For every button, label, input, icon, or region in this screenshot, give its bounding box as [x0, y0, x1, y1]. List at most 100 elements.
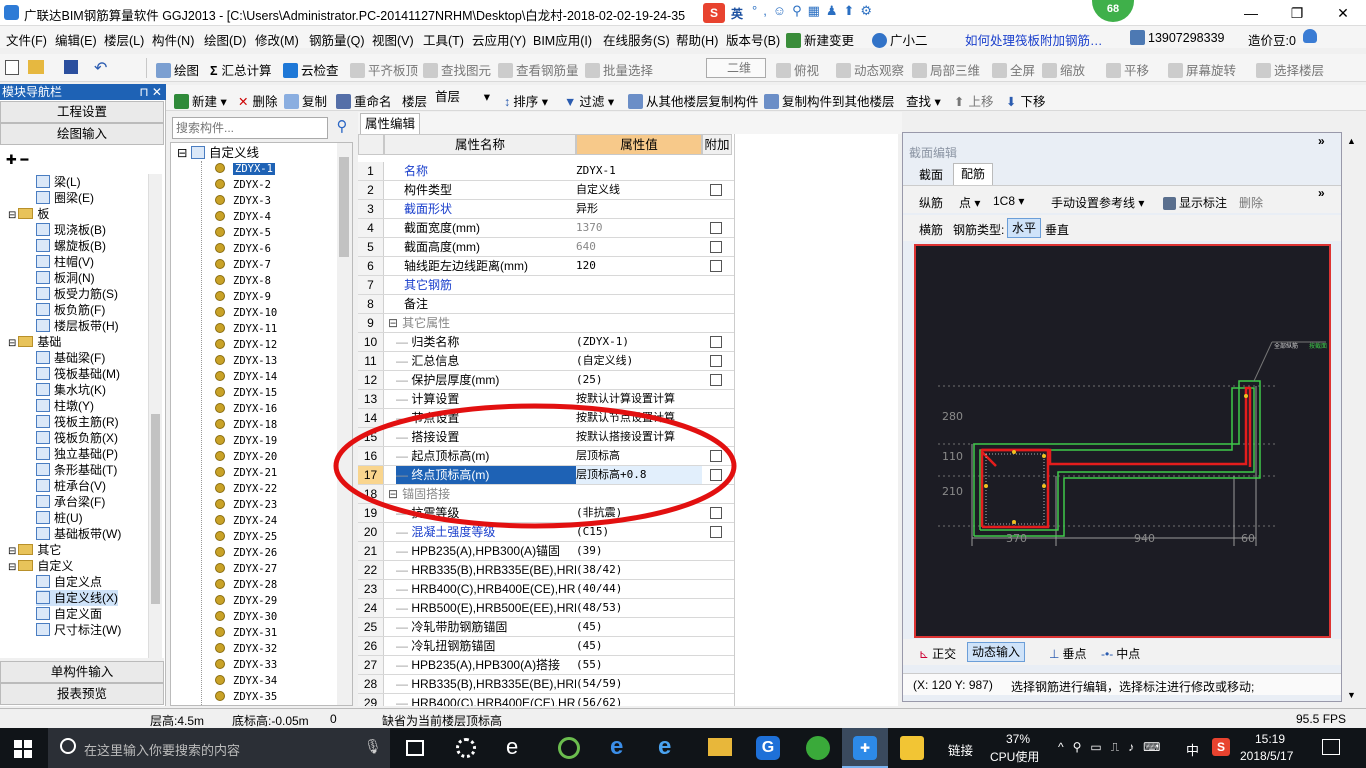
property-row[interactable]: 25 — 冷轧带肋钢筋锚固 (45) [358, 618, 734, 637]
floor-select[interactable]: 首层 ▾ [432, 88, 492, 108]
menu-online[interactable]: 在线服务(S) [603, 30, 670, 49]
copy-from-floor-button[interactable]: 从其他楼层复制构件 [628, 91, 759, 110]
nav-tree-item[interactable]: 承台梁(F) [36, 494, 105, 510]
nav-tree-item[interactable]: 桩承台(V) [36, 478, 106, 494]
property-row[interactable]: 23 — HRB400(C),HRB400E(CE),HRBF (40/44) [358, 580, 734, 599]
ortho-button[interactable]: ⊾ 正交 [919, 645, 956, 662]
green-app-icon[interactable] [806, 736, 830, 760]
component-item[interactable]: ZDYX-11 [215, 321, 277, 337]
extra-checkbox[interactable] [710, 355, 722, 367]
show-annotation-button[interactable]: 显示标注 [1163, 194, 1227, 211]
ie-icon-2[interactable]: e [658, 733, 671, 761]
component-item[interactable]: ZDYX-21 [215, 465, 277, 481]
component-item[interactable]: ZDYX-19 [215, 433, 277, 449]
new-change-button[interactable]: 新建变更 [786, 30, 854, 49]
nav-tree-item[interactable]: 板受力筋(S) [36, 286, 118, 302]
rename-button[interactable]: 重命名 [336, 91, 392, 110]
nav-tree-item[interactable]: ⊟ 板 [8, 206, 49, 222]
component-item[interactable]: ZDYX-35 [215, 689, 277, 705]
component-item[interactable]: ZDYX-25 [215, 529, 277, 545]
top-view-button[interactable]: 俯视 [776, 60, 819, 79]
property-row[interactable]: 7 其它钢筋 [358, 276, 734, 295]
taskbar-search-box[interactable]: 在这里输入你要搜索的内容 🎙 [48, 728, 390, 768]
nav-tree-item[interactable]: 基础梁(F) [36, 350, 105, 366]
menu-bim[interactable]: BIM应用(I) [533, 30, 592, 49]
active-app-slot[interactable]: ✚ [842, 728, 888, 768]
notes-app-icon[interactable] [900, 736, 924, 760]
property-value[interactable]: 120 [576, 257, 702, 275]
batch-select-button[interactable]: 批量选择 [585, 60, 653, 79]
property-row[interactable]: 1 名称 ZDYX-1 [358, 162, 734, 181]
menu-floor[interactable]: 楼层(L) [104, 30, 144, 49]
ime-indicator[interactable]: 中 [1186, 740, 1199, 759]
flush-slab-button[interactable]: 平齐板顶 [350, 60, 418, 79]
component-item[interactable]: ZDYX-29 [215, 593, 277, 609]
property-value[interactable]: (48/53) [576, 599, 702, 617]
property-value[interactable]: (40/44) [576, 580, 702, 598]
expand-collapse-icons[interactable]: ✚ ━ [6, 152, 28, 168]
taskbar-link[interactable]: 链接 [948, 740, 973, 759]
rebar-spec-select[interactable]: 1C8 ▾ [991, 192, 1039, 210]
property-row[interactable]: 27 — HPB235(A),HPB300(A)搭接 (55) [358, 656, 734, 675]
property-value[interactable]: (45) [576, 618, 702, 636]
notification-icon[interactable] [1322, 739, 1340, 755]
guang-xiao-er-button[interactable]: 广小二 [872, 30, 928, 49]
undo-icon[interactable]: ↶ [94, 58, 107, 78]
component-item[interactable]: ZDYX-34 [215, 673, 277, 689]
glodon-g-icon[interactable]: G [756, 736, 780, 760]
property-row[interactable]: 6 轴线距左边线距离(mm) 120 [358, 257, 734, 276]
component-item[interactable]: ZDYX-3 [215, 193, 271, 209]
extra-checkbox[interactable] [710, 260, 722, 272]
nav-tree-item[interactable]: 柱墩(Y) [36, 398, 94, 414]
menu-cloud[interactable]: 云应用(Y) [472, 30, 526, 49]
component-item[interactable]: ZDYX-4 [215, 209, 271, 225]
menu-view[interactable]: 视图(V) [372, 30, 414, 49]
property-row[interactable]: 21 — HPB235(A),HPB300(A)锚固 (39) [358, 542, 734, 561]
extra-checkbox[interactable] [710, 469, 722, 481]
project-settings-button[interactable]: 工程设置 [0, 101, 164, 123]
search-icon[interactable]: ⚲ [331, 117, 353, 139]
property-row[interactable]: 5 截面高度(mm) 640 [358, 238, 734, 257]
property-row[interactable]: 8 备注 [358, 295, 734, 314]
nav-tree-item[interactable]: 圈梁(E) [36, 190, 94, 206]
property-row[interactable]: 10 — 归类名称 (ZDYX-1) [358, 333, 734, 352]
tray-icons[interactable]: ^⚲▭⎍♪⌨ [1058, 740, 1169, 755]
property-value[interactable]: (非抗震) [576, 504, 702, 522]
edge-icon[interactable]: e [610, 733, 623, 761]
point-mode-select[interactable]: 点 ▾ [959, 194, 980, 211]
component-item[interactable]: ZDYX-8 [215, 273, 271, 289]
extra-checkbox[interactable] [710, 507, 722, 519]
new-file-icon[interactable] [5, 60, 19, 75]
component-item[interactable]: ZDYX-7 [215, 257, 271, 273]
section-canvas[interactable]: 全部纵筋 按截面 280 110 210 370 940 60 [914, 244, 1331, 638]
360-browser-icon[interactable] [558, 737, 580, 759]
nav-tree-item[interactable]: 梁(L) [36, 174, 81, 190]
nav-tree-item[interactable]: 筏板主筋(R) [36, 414, 119, 430]
nav-scrollbar[interactable] [148, 174, 162, 658]
property-value[interactable]: 1370 [576, 219, 702, 237]
sogou-tray-icon[interactable]: S [1212, 738, 1230, 756]
nav-tree-item[interactable]: 自定义面 [36, 606, 102, 622]
rotate-screen-button[interactable]: 屏幕旋转 [1168, 60, 1236, 79]
move-down-button[interactable]: ⬇ 下移 [1006, 91, 1046, 110]
nav-tree-item[interactable]: 自定义点 [36, 574, 102, 590]
midpoint-button[interactable]: -•- 中点 [1101, 645, 1140, 662]
component-item[interactable]: ZDYX-16 [215, 401, 277, 417]
property-value[interactable]: (C15) [576, 523, 702, 541]
component-scrollbar[interactable] [337, 143, 352, 705]
horizontal-type-button[interactable]: 水平 [1007, 218, 1041, 238]
select-floor-button[interactable]: 选择楼层 [1256, 60, 1324, 79]
nav-tree-item[interactable]: 集水坑(K) [36, 382, 106, 398]
component-item[interactable]: ZDYX-6 [215, 241, 271, 257]
menu-draw[interactable]: 绘图(D) [204, 30, 246, 49]
menu-version[interactable]: 版本号(B) [726, 30, 780, 49]
nav-tree-item[interactable]: 尺寸标注(W) [36, 622, 121, 638]
microphone-icon[interactable]: 🎙 [364, 738, 382, 755]
summary-calc-button[interactable]: Σ 汇总计算 [210, 60, 272, 79]
find-button[interactable]: 查找 ▾ [906, 91, 941, 110]
nav-tree-item[interactable]: 条形基础(T) [36, 462, 117, 478]
component-item[interactable]: ZDYX-30 [215, 609, 277, 625]
nav-tree-item[interactable]: 独立基础(P) [36, 446, 118, 462]
file-explorer-icon[interactable] [708, 738, 732, 756]
local-3d-button[interactable]: 局部三维 [912, 60, 980, 79]
